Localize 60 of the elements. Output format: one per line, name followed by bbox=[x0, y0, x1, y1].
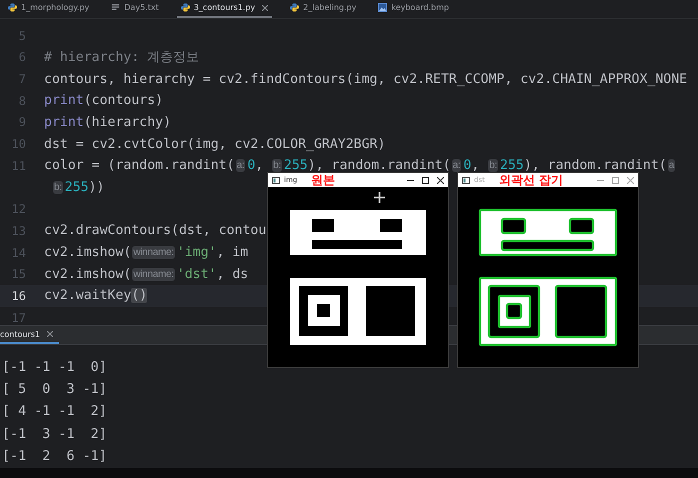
close-icon[interactable] bbox=[437, 176, 444, 184]
code-text: ), random.randint( bbox=[308, 158, 451, 174]
output-line: [ 5 0 3 -1] bbox=[1, 381, 108, 400]
python-file-icon bbox=[180, 3, 190, 12]
parameter-hint: winname: bbox=[132, 246, 175, 260]
line-number: 16 bbox=[10, 288, 26, 303]
app-icon bbox=[272, 176, 280, 184]
code-text: (contours) bbox=[84, 93, 164, 108]
code-text: , im bbox=[216, 245, 248, 260]
parameter-hint: a: bbox=[452, 159, 462, 172]
parameter-hint: b: bbox=[53, 180, 63, 194]
file-tab[interactable]: 3_contours1.py bbox=[176, 0, 272, 18]
parameter-hint: b: bbox=[488, 159, 498, 172]
parameter-hint: winname: bbox=[132, 268, 175, 281]
number-literal: 255 bbox=[284, 158, 308, 174]
number-literal: 255 bbox=[64, 180, 89, 195]
code-text: , bbox=[255, 158, 264, 174]
output-line: [-1 2 6 -1] bbox=[1, 448, 108, 466]
code-text: cv2.waitKey bbox=[44, 288, 132, 304]
code-text: (hierarchy) bbox=[84, 114, 172, 130]
output-line: [-1 3 -1 2] bbox=[1, 426, 108, 444]
file-tab[interactable]: 1_morphology.py bbox=[4, 0, 94, 18]
code-keyword: print bbox=[44, 93, 84, 108]
file-tab[interactable]: keyboard.bmp bbox=[374, 0, 453, 18]
parameter-hint: b: bbox=[272, 159, 282, 172]
parameter-hint: a bbox=[668, 159, 676, 172]
code-text: cv2.drawContours(dst, contou bbox=[44, 223, 266, 238]
code-text: dst = cv2.cvtColor(img, cv2.COLOR_GRAY2BGR) bbox=[44, 136, 386, 152]
code-comment: # hierarchy: 계층정보 bbox=[44, 49, 200, 66]
maximize-icon[interactable] bbox=[422, 176, 429, 184]
crosshair-cursor-icon bbox=[374, 192, 385, 203]
file-tab[interactable]: 2_labeling.py bbox=[286, 0, 360, 18]
code-text: contours, hierarchy = cv2.findContours(img, cv2.RETR_CCOMP, cv2.CHAIN_APPROX_NONE bbox=[44, 72, 688, 87]
python-file-icon bbox=[290, 3, 300, 12]
file-tab[interactable]: Day5.txt bbox=[107, 0, 163, 18]
number-literal: 0 bbox=[463, 158, 472, 174]
code-text: , bbox=[471, 158, 480, 174]
annotation-label: 원본 bbox=[311, 172, 336, 188]
annotation-label: 외곽선 잡기 bbox=[498, 172, 564, 188]
code-text: )) bbox=[88, 180, 104, 195]
close-icon[interactable] bbox=[262, 4, 268, 11]
number-literal: 255 bbox=[500, 158, 524, 174]
code-text: color = (random.randint( bbox=[44, 158, 235, 174]
text-file-icon bbox=[111, 3, 120, 12]
string-literal: 'img' bbox=[176, 245, 216, 260]
code-text: ), random.randint( bbox=[524, 158, 667, 174]
run-tab[interactable]: contours1 bbox=[0, 326, 60, 344]
string-literal: 'dst' bbox=[176, 266, 216, 282]
output-line: [ 4 -1 -1 2] bbox=[1, 403, 108, 422]
app-icon bbox=[462, 176, 470, 184]
parameter-hint: a: bbox=[236, 159, 246, 172]
output-line: [-1 -1 -1 0] bbox=[1, 359, 108, 378]
python-file-icon bbox=[8, 3, 17, 12]
image-file-icon bbox=[378, 3, 388, 12]
bracket-highlight: () bbox=[131, 288, 148, 304]
code-text: cv2.imshow( bbox=[44, 245, 132, 260]
number-literal: 0 bbox=[247, 158, 256, 174]
code-text: , ds bbox=[216, 266, 248, 282]
code-text: cv2.imshow( bbox=[44, 266, 132, 282]
code-keyword: print bbox=[44, 114, 84, 130]
